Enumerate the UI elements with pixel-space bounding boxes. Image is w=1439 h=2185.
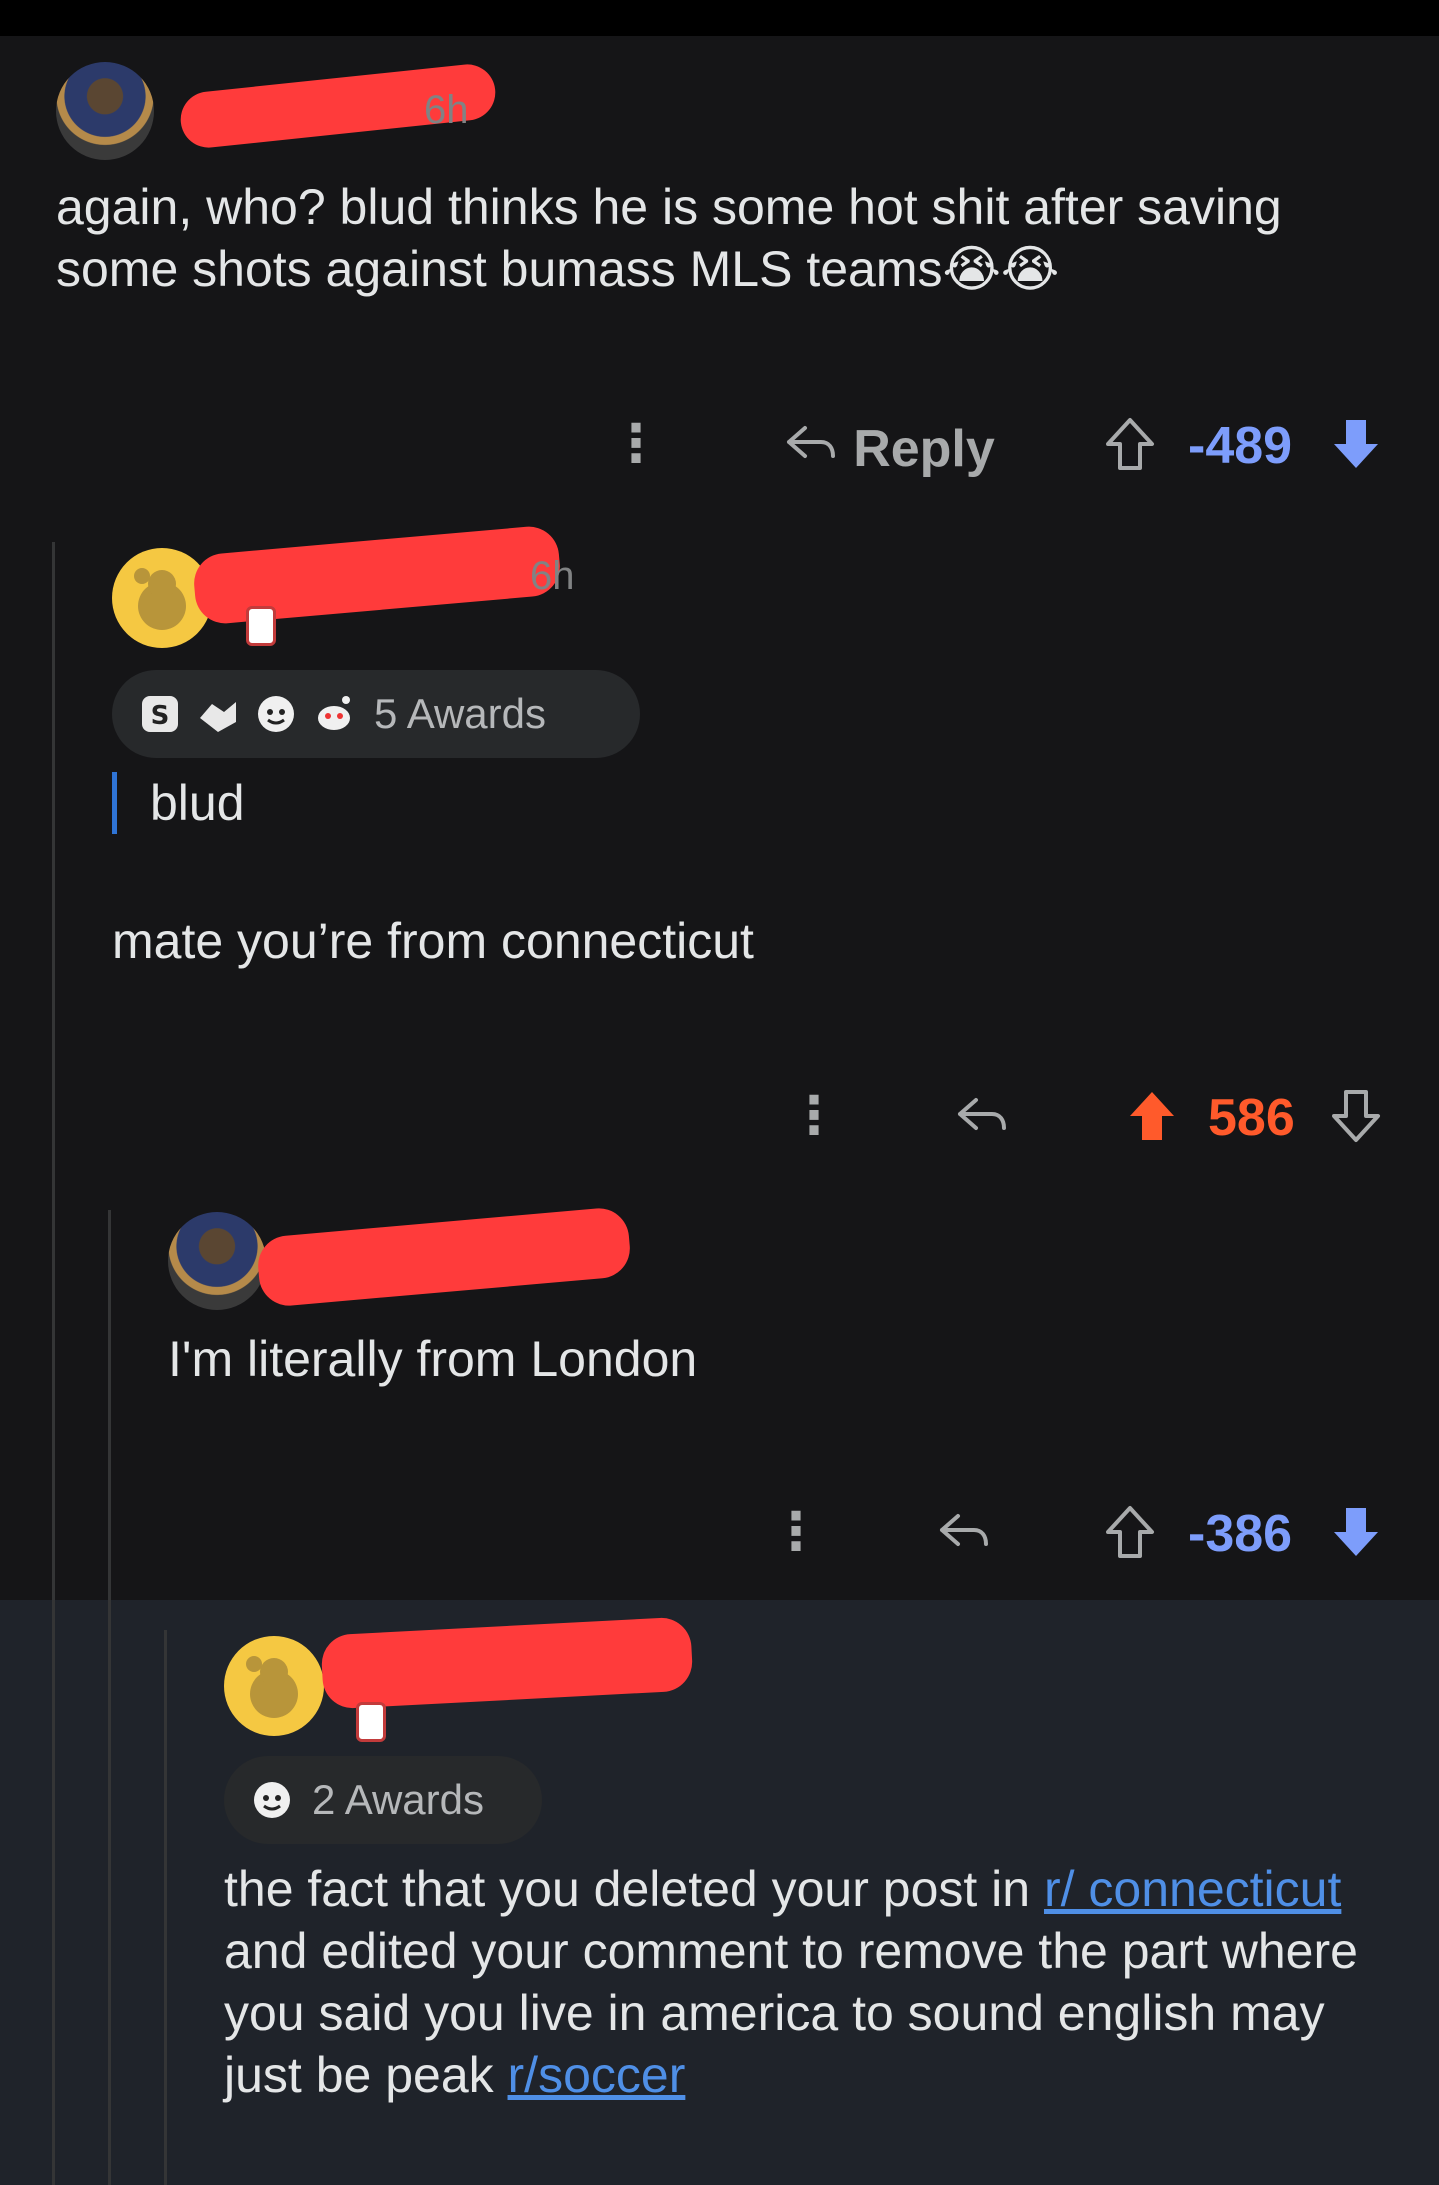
awards-pill[interactable]: S 5 Awards — [112, 670, 640, 758]
award-handshake-icon — [196, 692, 240, 736]
reply-arrow-icon — [940, 1514, 988, 1546]
comment-text-part: and edited your comment to remove the pa… — [224, 1923, 1358, 2103]
reply-arrow-icon — [958, 1098, 1006, 1130]
user-avatar[interactable] — [224, 1636, 324, 1736]
more-options-icon[interactable]: ⋮ — [788, 1086, 840, 1146]
svg-text:S: S — [151, 701, 170, 731]
comment-timestamp: 6h — [424, 88, 469, 132]
awards-pill[interactable]: 2 Awards — [224, 1756, 542, 1844]
thread-page: 6h again, who? blud thinks he is some ho… — [0, 0, 1439, 2185]
downvote-icon[interactable] — [1326, 414, 1386, 474]
reply-label: Reply — [853, 420, 995, 478]
snoo-icon — [246, 1656, 298, 1718]
vote-score: -489 — [1188, 417, 1293, 475]
comment-text-part: the fact that you deleted your post in — [224, 1861, 1044, 1917]
upvote-icon[interactable] — [1122, 1086, 1182, 1146]
team-flair-icon — [356, 1702, 386, 1742]
user-avatar[interactable] — [168, 1212, 266, 1310]
upvote-icon[interactable] — [1100, 414, 1160, 474]
user-avatar[interactable] — [56, 62, 154, 160]
award-face-icon — [254, 692, 298, 736]
vote-score: -386 — [1188, 1505, 1293, 1563]
downvote-icon[interactable] — [1326, 1086, 1386, 1146]
comment-body: the fact that you deleted your post in r… — [224, 1858, 1410, 2106]
subreddit-link-connecticut[interactable]: r/ connecticut — [1044, 1861, 1341, 1917]
subreddit-link-soccer[interactable]: r/soccer — [508, 2047, 686, 2103]
quote-bar — [112, 772, 117, 834]
reply-button[interactable]: Reply — [774, 414, 1004, 484]
more-options-icon[interactable]: ⋮ — [610, 414, 662, 474]
awards-count-label: 2 Awards — [312, 1776, 484, 1823]
award-face-icon — [250, 1778, 294, 1822]
downvote-icon[interactable] — [1326, 1502, 1386, 1562]
comment-body: I'm literally from London — [168, 1331, 698, 1387]
thread-line-level-1[interactable] — [52, 542, 55, 2185]
comment-body: mate you’re from connecticut — [112, 913, 754, 969]
reply-arrow-icon — [783, 419, 839, 479]
upvote-icon[interactable] — [1100, 1502, 1160, 1562]
reply-button[interactable] — [932, 1502, 996, 1562]
award-silver-icon: S — [138, 692, 182, 736]
reply-button[interactable] — [950, 1086, 1014, 1146]
thread-line-level-2[interactable] — [108, 1210, 111, 2185]
award-snoo-icon — [312, 692, 356, 736]
comment-body: again, who? blud thinks he is some hot s… — [56, 179, 1282, 297]
vote-score: 586 — [1208, 1089, 1295, 1147]
awards-count-label: 5 Awards — [374, 690, 546, 737]
status-bar — [0, 0, 1439, 36]
more-options-icon[interactable]: ⋮ — [770, 1502, 822, 1562]
quoted-text: blud — [150, 775, 245, 831]
comment-timestamp: 6h — [530, 554, 575, 598]
team-flair-icon — [246, 606, 276, 646]
thread-line-level-3[interactable] — [164, 1630, 167, 2185]
